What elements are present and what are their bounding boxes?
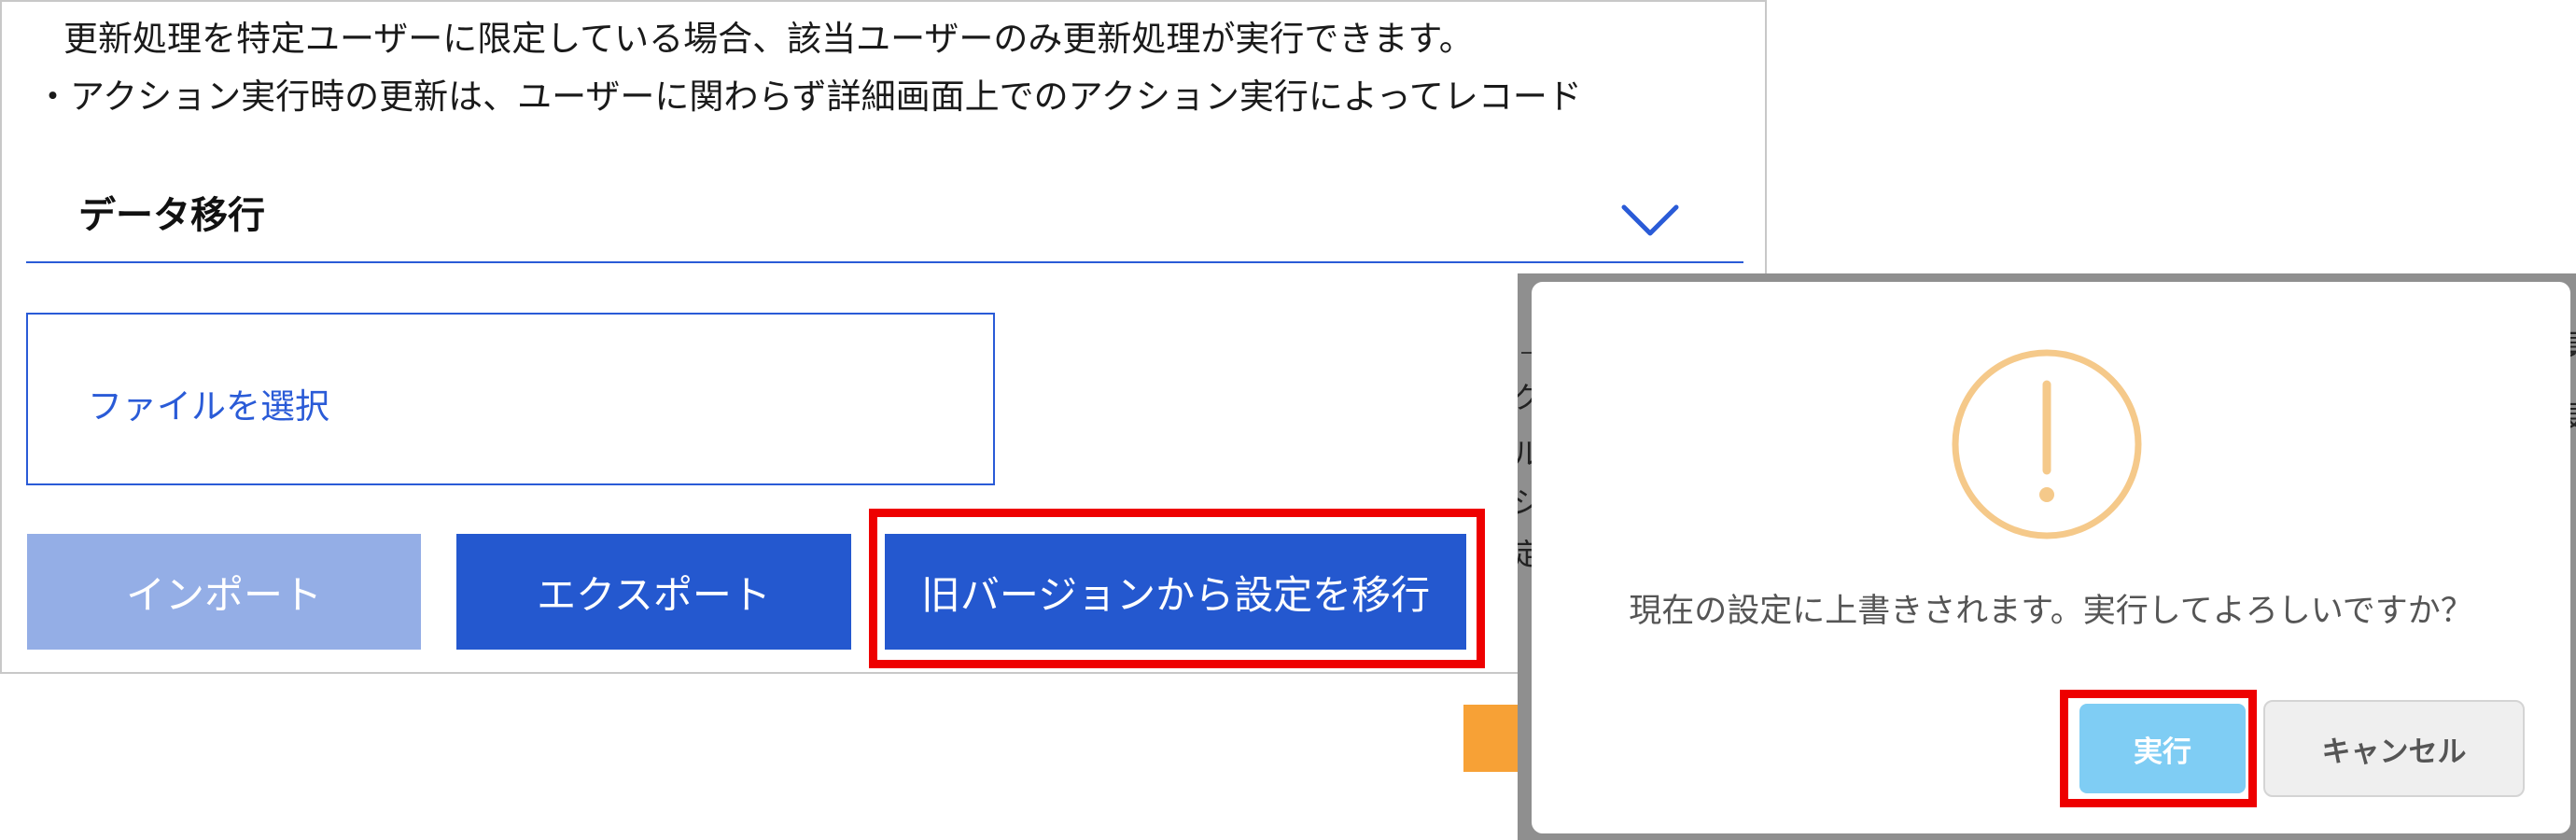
execute-button[interactable]: 実行 [2079, 704, 2246, 793]
import-button[interactable]: インポート [27, 534, 421, 650]
description-line-2: ・アクション実行時の更新は、ユーザーに関わらず詳細画面上でのアクション実行によっ… [35, 77, 1582, 117]
migrate-from-old-version-button[interactable]: 旧バージョンから設定を移行 [885, 534, 1466, 650]
warning-icon [1952, 349, 2142, 539]
dialog-message: 現在の設定に上書きされます。実行してよろしいですか？ [1629, 593, 2473, 630]
confirm-dialog: 現在の設定に上書きされます。実行してよろしいですか？ 実行 キャンセル [1532, 282, 2570, 833]
settings-panel: 更新処理を特定ユーザーに限定している場合、該当ユーザーのみ更新処理が実行できます… [0, 0, 1767, 674]
chevron-down-icon[interactable] [1620, 202, 1680, 239]
file-select-label: ファイルを選択 [88, 386, 329, 427]
data-migration-section-header[interactable]: データ移行 [26, 159, 1743, 263]
description-line-1: 更新処理を特定ユーザーに限定している場合、該当ユーザーのみ更新処理が実行できます… [63, 19, 1474, 59]
section-title: データ移行 [78, 194, 265, 237]
export-button[interactable]: エクスポート [456, 534, 851, 650]
cancel-button[interactable]: キャンセル [2263, 700, 2525, 797]
file-select-box[interactable]: ファイルを選択 [26, 313, 995, 485]
